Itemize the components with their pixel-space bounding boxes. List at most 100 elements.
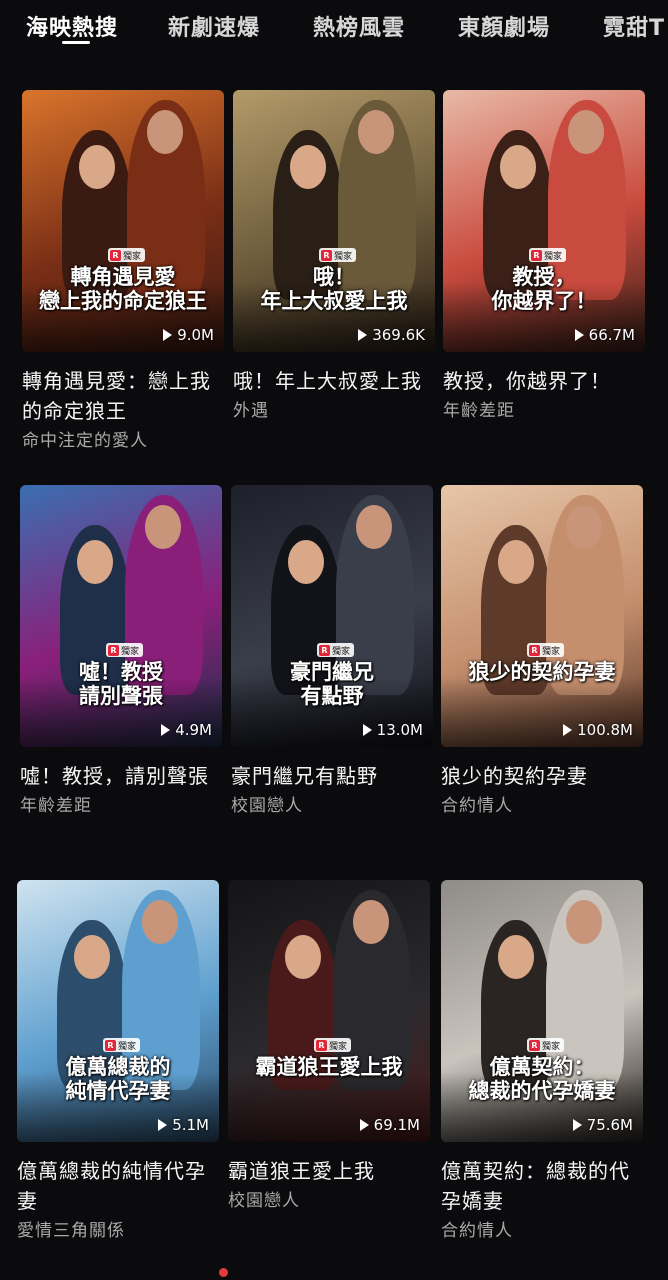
exclusive-badge: R 獨家 bbox=[527, 643, 565, 657]
poster-image[interactable]: R 獨家霸道狼王愛上我 69.1M bbox=[228, 880, 430, 1142]
drama-card[interactable]: R 獨家哦！ 年上大叔愛上我 369.6K 哦！年上大叔愛上我 外遇 bbox=[233, 90, 435, 421]
tab-new-dramas[interactable]: 新劇速爆 bbox=[168, 10, 260, 42]
play-icon bbox=[161, 724, 171, 736]
r-logo-icon: R bbox=[105, 1039, 116, 1051]
exclusive-badge: R 獨家 bbox=[319, 248, 357, 262]
active-tab-indicator bbox=[62, 41, 90, 44]
drama-title[interactable]: 噓！教授，請別聲張 bbox=[20, 761, 222, 791]
view-count: 66.7M bbox=[574, 326, 635, 344]
drama-title[interactable]: 狼少的契約孕妻 bbox=[441, 761, 643, 791]
drama-tag: 年齡差距 bbox=[20, 796, 92, 816]
poster-title-art: 哦！ 年上大叔愛上我 bbox=[260, 264, 408, 314]
exclusive-badge: R 獨家 bbox=[108, 248, 146, 262]
tab-hot-list[interactable]: 熱榜風雲 bbox=[313, 10, 405, 42]
poster-image[interactable]: R 獨家哦！ 年上大叔愛上我 369.6K bbox=[233, 90, 435, 352]
poster-title-art: 豪門繼兄 有點野 bbox=[290, 659, 374, 709]
badge-text: 獨家 bbox=[118, 1041, 137, 1052]
poster-face bbox=[290, 145, 326, 189]
poster-image[interactable]: R 獨家豪門繼兄 有點野 13.0M bbox=[231, 485, 433, 747]
drama-title[interactable]: 教授，你越界了！ bbox=[443, 366, 645, 396]
drama-tag: 年齡差距 bbox=[443, 401, 515, 421]
poster-face bbox=[288, 540, 324, 584]
tab-hot-search[interactable]: 海映熱搜 bbox=[26, 10, 118, 42]
play-icon bbox=[358, 329, 368, 341]
drama-card[interactable]: R 獨家 轉角遇見愛 戀上我的命定狼王 9.0M 轉角遇見愛：戀上我的命定狼王 命中注… bbox=[22, 90, 224, 451]
play-icon bbox=[362, 724, 372, 736]
drama-card[interactable]: R 獨家 億萬總裁的 純情代孕妻 5.1M 億萬總裁的純情代孕妻 愛情三角關係 bbox=[17, 880, 219, 1241]
poster-face bbox=[356, 505, 392, 549]
drama-title[interactable]: 豪門繼兄有點野 bbox=[231, 761, 433, 791]
drama-card[interactable]: R 獨家教授， 你越界了！ 66.7M 教授，你越界了！ 年齡差距 bbox=[443, 90, 645, 421]
poster-title-art: 億萬總裁的 純情代孕妻 bbox=[65, 1054, 171, 1104]
r-logo-icon: R bbox=[321, 249, 332, 261]
poster-face bbox=[358, 110, 394, 154]
poster-image[interactable]: R 獨家億萬契約： 總裁的代孕嬌妻 75.6M bbox=[441, 880, 643, 1142]
poster-title-art: 億萬契約： 總裁的代孕嬌妻 bbox=[468, 1054, 616, 1104]
r-logo-icon: R bbox=[110, 249, 121, 261]
drama-tag: 外遇 bbox=[233, 401, 269, 421]
drama-card[interactable]: R 獨家 噓！教授 請別聲張 4.9M 噓！教授，請別聲張 年齡差距 bbox=[20, 485, 222, 816]
drama-card[interactable]: R 獨家 狼少的契約孕妻 100.8M 狼少的契約孕妻 合約情人 bbox=[441, 485, 643, 816]
poster-image[interactable]: R 獨家 轉角遇見愛 戀上我的命定狼王 9.0M bbox=[22, 90, 224, 352]
play-icon bbox=[563, 724, 573, 736]
drama-card[interactable]: R 獨家億萬契約： 總裁的代孕嬌妻 75.6M 億萬契約：總裁的代孕嬌妻 合約情人 bbox=[441, 880, 643, 1241]
badge-text: 獨家 bbox=[332, 646, 351, 657]
poster-face bbox=[145, 505, 181, 549]
drama-card[interactable]: R 獨家霸道狼王愛上我 69.1M 霸道狼王愛上我 校園戀人 bbox=[228, 880, 430, 1211]
poster-image[interactable]: R 獨家 狼少的契約孕妻 100.8M bbox=[441, 485, 643, 747]
poster-title-art: 霸道狼王愛上我 bbox=[255, 1054, 403, 1079]
r-logo-icon: R bbox=[319, 644, 330, 656]
r-logo-icon: R bbox=[529, 1039, 540, 1051]
drama-tag: 命中注定的愛人 bbox=[22, 431, 148, 451]
drama-title[interactable]: 霸道狼王愛上我 bbox=[228, 1156, 430, 1186]
r-logo-icon: R bbox=[531, 249, 542, 261]
poster-face bbox=[142, 900, 178, 944]
drama-tag: 合約情人 bbox=[441, 1221, 513, 1241]
view-count-value: 4.9M bbox=[175, 721, 212, 739]
exclusive-badge: R 獨家 bbox=[103, 1038, 141, 1052]
badge-text: 獨家 bbox=[542, 1041, 561, 1052]
drama-tag: 校園戀人 bbox=[228, 1191, 300, 1211]
poster-image[interactable]: R 獨家教授， 你越界了！ 66.7M bbox=[443, 90, 645, 352]
badge-text: 獨家 bbox=[121, 646, 140, 657]
poster-face bbox=[74, 935, 110, 979]
poster-face bbox=[285, 935, 321, 979]
view-count: 4.9M bbox=[161, 721, 212, 739]
poster-image[interactable]: R 獨家億萬總裁的 純情代孕妻 5.1M bbox=[17, 880, 219, 1142]
view-count: 369.6K bbox=[358, 326, 425, 344]
r-logo-icon: R bbox=[316, 1039, 327, 1051]
poster-face bbox=[566, 900, 602, 944]
tab-sweet[interactable]: 霓甜T bbox=[603, 10, 665, 42]
drama-title[interactable]: 哦！年上大叔愛上我 bbox=[233, 366, 435, 396]
poster-face bbox=[147, 110, 183, 154]
badge-text: 獨家 bbox=[329, 1041, 348, 1052]
view-count-value: 75.6M bbox=[586, 1116, 633, 1134]
badge-text: 獨家 bbox=[123, 251, 142, 262]
tab-east-theater[interactable]: 東顏劇場 bbox=[458, 10, 550, 42]
badge-text: 獨家 bbox=[334, 251, 353, 262]
poster-image[interactable]: R 獨家 噓！教授 請別聲張 4.9M bbox=[20, 485, 222, 747]
exclusive-badge: R 獨家 bbox=[106, 643, 144, 657]
play-icon bbox=[163, 329, 173, 341]
poster-face bbox=[77, 540, 113, 584]
view-count: 5.1M bbox=[158, 1116, 209, 1134]
poster-face bbox=[353, 900, 389, 944]
view-count: 75.6M bbox=[572, 1116, 633, 1134]
view-count: 9.0M bbox=[163, 326, 214, 344]
drama-title[interactable]: 轉角遇見愛：戀上我的命定狼王 bbox=[22, 366, 224, 426]
poster-title-art: 教授， 你越界了！ bbox=[491, 264, 597, 314]
badge-text: 獨家 bbox=[544, 251, 563, 262]
drama-card[interactable]: R 獨家豪門繼兄 有點野 13.0M 豪門繼兄有點野 校園戀人 bbox=[231, 485, 433, 816]
exclusive-badge: R 獨家 bbox=[314, 1038, 352, 1052]
view-count: 100.8M bbox=[563, 721, 633, 739]
view-count: 69.1M bbox=[359, 1116, 420, 1134]
category-tab-bar: 海映熱搜 新劇速爆 熱榜風雲 東顏劇場 霓甜T bbox=[0, 0, 668, 62]
view-count: 13.0M bbox=[362, 721, 423, 739]
drama-tag: 合約情人 bbox=[441, 796, 513, 816]
poster-face bbox=[566, 505, 602, 549]
drama-title[interactable]: 億萬契約：總裁的代孕嬌妻 bbox=[441, 1156, 643, 1216]
drama-tag: 校園戀人 bbox=[231, 796, 303, 816]
drama-title[interactable]: 億萬總裁的純情代孕妻 bbox=[17, 1156, 219, 1216]
view-count-value: 66.7M bbox=[588, 326, 635, 344]
view-count-value: 69.1M bbox=[373, 1116, 420, 1134]
